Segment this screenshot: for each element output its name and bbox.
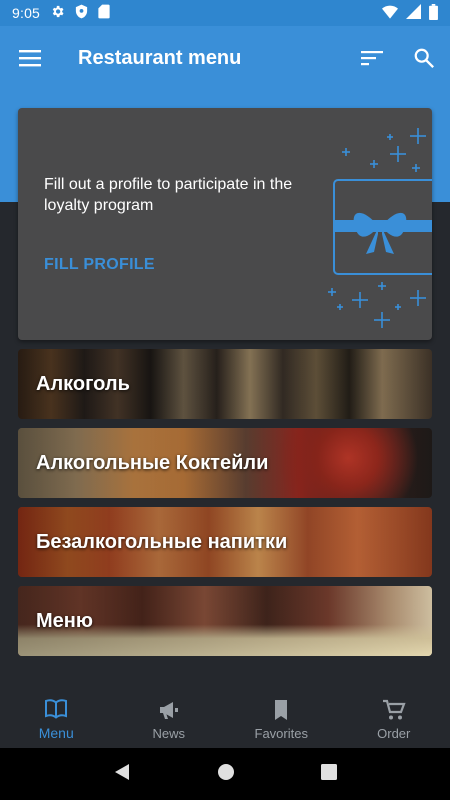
wifi-icon — [382, 5, 398, 22]
promo-text: Fill out a profile to participate in the… — [44, 176, 293, 214]
category-label: Алкоголь — [36, 372, 130, 395]
nav-label: Order — [377, 725, 411, 741]
signal-icon — [406, 4, 421, 22]
nav-label: News — [152, 725, 185, 741]
nav-item-news[interactable]: News — [113, 690, 226, 748]
recents-icon[interactable] — [321, 763, 337, 785]
category-alcoholic-cocktails[interactable]: Алкогольные Коктейли — [18, 428, 432, 498]
nav-label: Menu — [38, 725, 74, 741]
battery-icon — [429, 3, 438, 23]
category-label: Меню — [36, 609, 93, 632]
fill-profile-button[interactable]: FILL PROFILE — [44, 256, 155, 274]
app-bar: Restaurant menu — [0, 26, 450, 90]
nav-item-menu[interactable]: Menu — [0, 690, 113, 748]
system-navigation-bar — [0, 748, 450, 800]
category-menu[interactable]: Меню — [18, 586, 432, 656]
nav-item-order[interactable]: Order — [338, 690, 450, 748]
gear-icon — [50, 4, 65, 22]
sd-card-icon — [98, 4, 110, 22]
status-time: 9:05 — [12, 5, 41, 21]
nav-label: Favorites — [254, 725, 308, 741]
status-bar: 9:05 — [0, 0, 450, 26]
bookmark-icon — [275, 699, 288, 720]
home-icon[interactable] — [217, 763, 235, 786]
megaphone-icon — [159, 701, 178, 719]
shield-icon — [75, 4, 88, 22]
back-icon[interactable] — [113, 763, 131, 786]
category-alcohol[interactable]: Алкоголь — [18, 349, 432, 419]
hamburger-menu-icon[interactable] — [0, 26, 60, 90]
gift-icon — [328, 128, 432, 328]
loyalty-promo-card: Fill out a profile to participate in the… — [18, 108, 432, 340]
nav-item-favorites[interactable]: Favorites — [225, 690, 338, 748]
category-label: Безалкогольные напитки — [36, 530, 288, 553]
search-icon[interactable] — [398, 26, 450, 90]
category-soft-drinks[interactable]: Безалкогольные напитки — [18, 507, 432, 577]
bottom-navigation: Menu News Favorites Order — [0, 690, 450, 748]
cart-icon — [382, 699, 406, 719]
category-label: Алкогольные Коктейли — [36, 451, 269, 474]
page-title: Restaurant menu — [78, 46, 242, 69]
sort-icon[interactable] — [346, 26, 398, 90]
book-icon — [45, 699, 68, 719]
